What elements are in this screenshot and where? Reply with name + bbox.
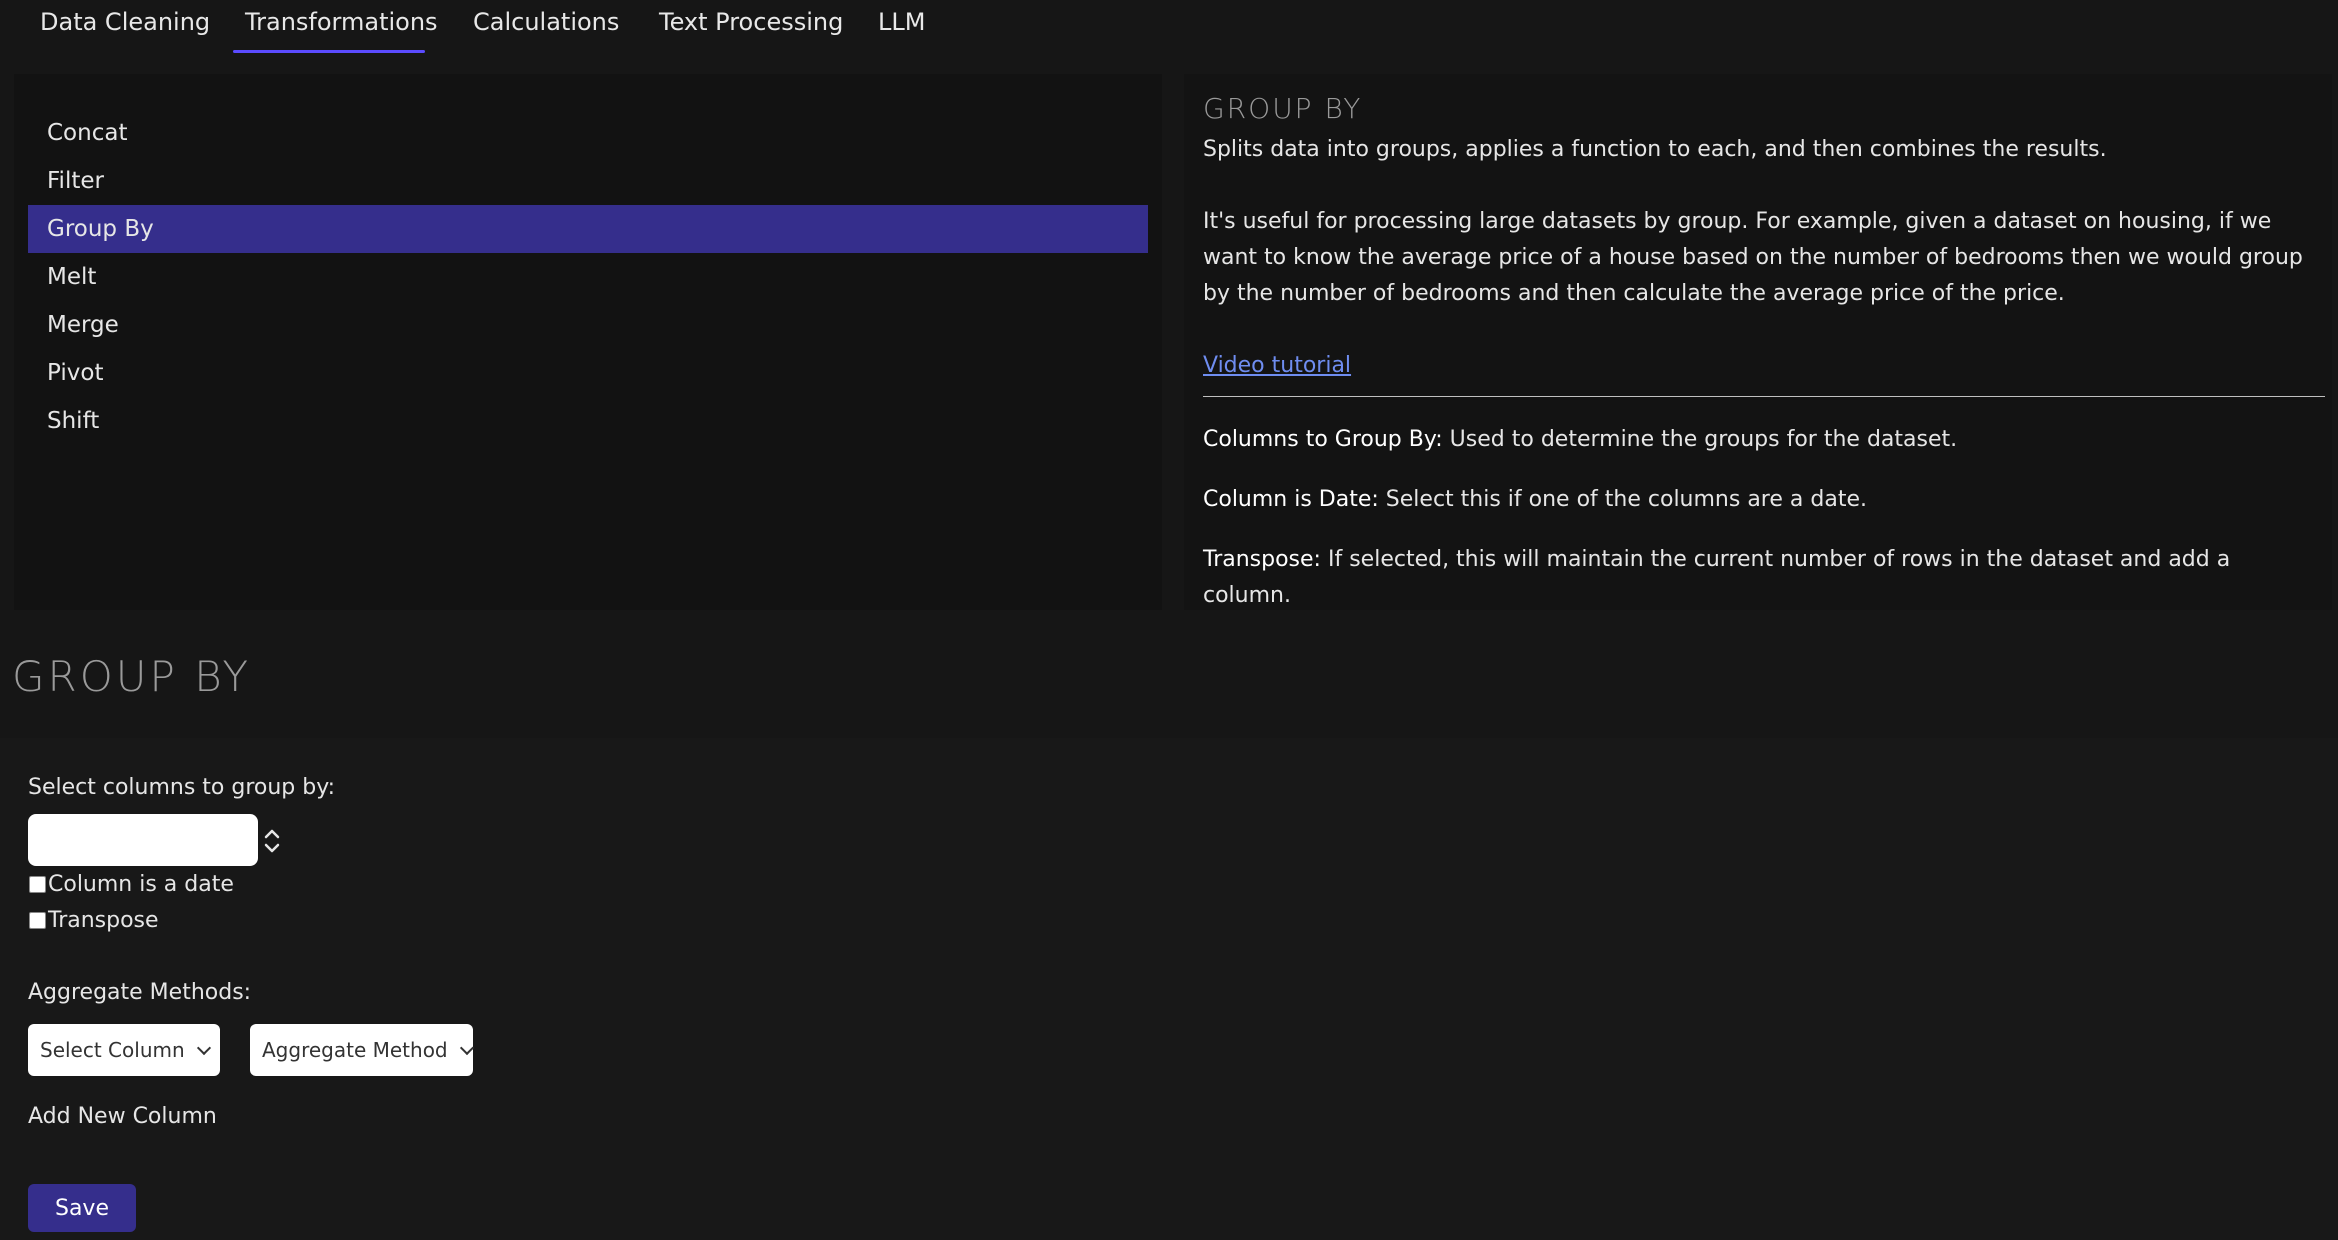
aggregate-methods-label: Aggregate Methods: — [28, 980, 252, 1005]
video-tutorial-link[interactable]: Video tutorial — [1203, 348, 1351, 384]
transpose-checkbox-row[interactable]: Transpose — [28, 908, 159, 933]
param-transpose: Transpose: If selected, this will mainta… — [1203, 542, 2318, 610]
select-updown-icon[interactable] — [262, 826, 282, 856]
param-name: Column is Date: — [1203, 487, 1379, 512]
date-checkbox-row[interactable]: Column is a date — [28, 872, 234, 897]
sidebar-item-melt[interactable]: Melt — [28, 253, 1148, 301]
sidebar-item-shift[interactable]: Shift — [28, 397, 1148, 445]
form-title: GROUP BY — [12, 652, 252, 701]
tab-llm[interactable]: LLM — [878, 8, 925, 36]
param-desc: If selected, this will maintain the curr… — [1203, 547, 2231, 608]
sidebar-item-filter[interactable]: Filter — [28, 157, 1148, 205]
description-title: GROUP BY — [1203, 92, 1363, 125]
param-desc: Used to determine the groups for the dat… — [1442, 427, 1958, 452]
description-summary: Splits data into groups, applies a funct… — [1203, 137, 2107, 162]
tab-text-processing[interactable]: Text Processing — [659, 8, 843, 36]
param-name: Transpose: — [1203, 547, 1321, 572]
sidebar-item-group-by[interactable]: Group By — [28, 205, 1148, 253]
add-new-column-button[interactable]: Add New Column — [28, 1104, 217, 1129]
group-columns-select[interactable] — [28, 814, 258, 866]
select-column-dropdown[interactable]: Select Column — [28, 1024, 220, 1076]
param-column-is-date: Column is Date: Select this if one of th… — [1203, 482, 2318, 518]
aggregate-method-dropdown[interactable]: Aggregate Method — [250, 1024, 474, 1076]
param-desc: Select this if one of the columns are a … — [1378, 487, 1867, 512]
save-button[interactable]: Save — [28, 1184, 136, 1232]
tab-data-cleaning[interactable]: Data Cleaning — [40, 8, 210, 36]
param-columns-to-group-by: Columns to Group By: Used to determine t… — [1203, 422, 2318, 458]
divider — [1203, 396, 2325, 397]
tab-transformations[interactable]: Transformations — [245, 8, 438, 36]
sidebar-item-concat[interactable]: Concat — [28, 109, 1148, 157]
sidebar-item-merge[interactable]: Merge — [28, 301, 1148, 349]
transpose-checkbox-label: Transpose — [48, 908, 159, 933]
param-name: Columns to Group By: — [1203, 427, 1443, 452]
group-by-form — [0, 738, 2338, 1240]
aggregate-method-value: Aggregate Method — [262, 1038, 448, 1062]
group-columns-label: Select columns to group by: — [28, 775, 336, 800]
top-tab-bar: Data Cleaning Transformations Calculatio… — [0, 0, 2338, 56]
transformation-list: Concat Filter Group By Melt Merge Pivot … — [14, 74, 1162, 610]
active-tab-indicator — [233, 50, 425, 53]
sidebar-item-pivot[interactable]: Pivot — [28, 349, 1148, 397]
select-column-value: Select Column — [40, 1038, 185, 1062]
description-panel[interactable]: GROUP BY Splits data into groups, applie… — [1184, 74, 2332, 610]
description-detail: It's useful for processing large dataset… — [1203, 209, 2303, 306]
date-checkbox-label: Column is a date — [48, 872, 234, 897]
chevron-down-icon — [459, 1040, 474, 1055]
chevron-down-icon — [196, 1040, 211, 1055]
date-checkbox[interactable] — [29, 876, 46, 893]
tab-calculations[interactable]: Calculations — [473, 8, 619, 36]
transpose-checkbox[interactable] — [29, 912, 46, 929]
